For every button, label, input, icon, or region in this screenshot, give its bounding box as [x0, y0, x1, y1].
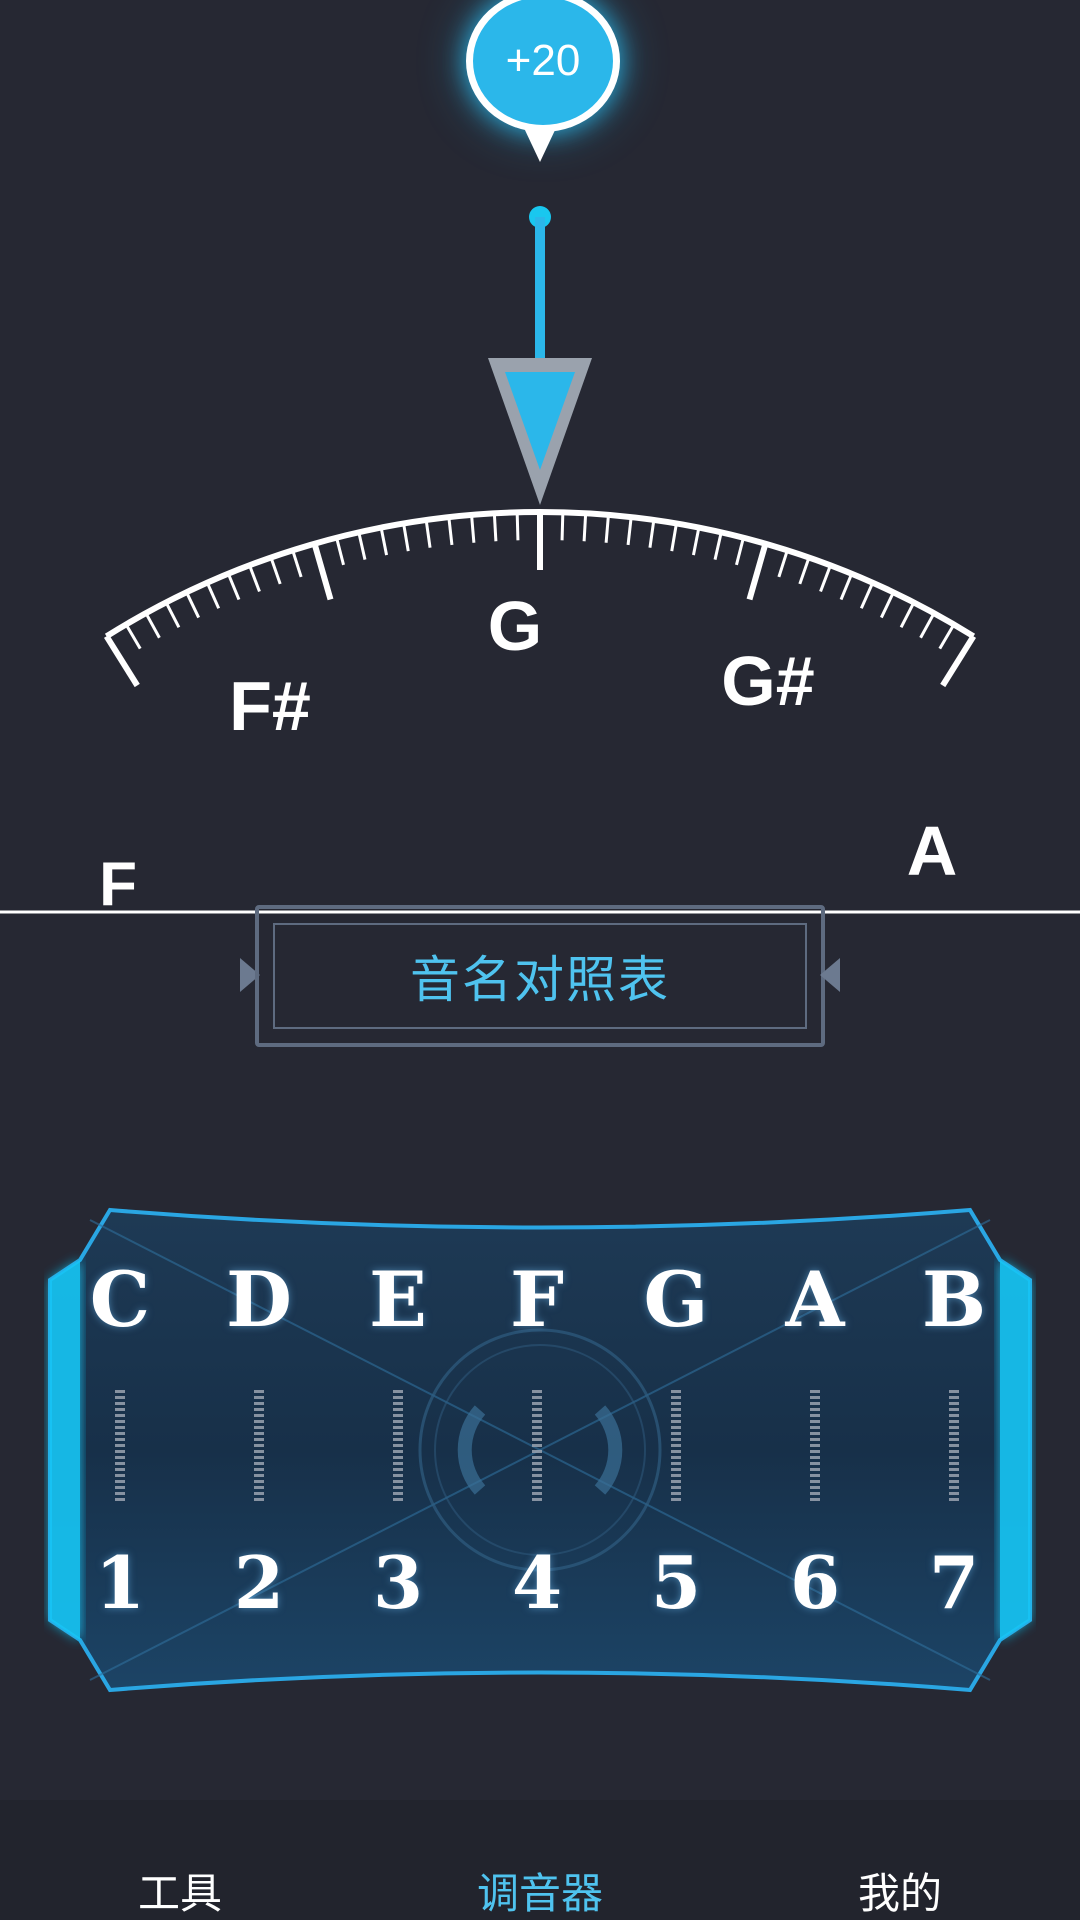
dial-tick	[582, 513, 588, 542]
nav-item-tuner[interactable]: 调音器	[440, 1860, 640, 1920]
dial-tick	[402, 523, 410, 552]
note-number: 3	[372, 1540, 424, 1625]
cents-bubble: +20	[466, 0, 620, 132]
dial-tick	[940, 634, 977, 688]
bubble-pointer-icon	[524, 128, 556, 162]
dial-tick	[648, 519, 656, 548]
level-bar	[393, 1390, 403, 1502]
note-letter: A	[785, 1255, 845, 1344]
dial-note-f: F	[99, 850, 137, 919]
note-column-a: A 6	[760, 1200, 870, 1700]
nav-item-mine[interactable]: 我的	[800, 1860, 1000, 1920]
dial-tick	[919, 612, 936, 639]
dial-tick	[379, 527, 389, 556]
dial-tick	[819, 564, 832, 593]
note-letter: F	[510, 1255, 564, 1344]
level-bar	[532, 1390, 542, 1502]
note-number: 6	[789, 1540, 841, 1625]
dial-tick	[626, 516, 633, 546]
dial-tick	[144, 612, 161, 639]
dial-note-a: A	[907, 812, 958, 890]
note-number-panel: C 1 D 2 E 3 F 4 G 5 A 6 B 7	[30, 1200, 1050, 1700]
note-letter: E	[369, 1255, 427, 1344]
note-number: 4	[511, 1540, 563, 1625]
note-letter: B	[921, 1255, 987, 1344]
dial-tick	[291, 549, 303, 578]
dial-tick	[124, 623, 142, 650]
dial-tick	[269, 557, 282, 585]
note-reference-button[interactable]: 音名对照表	[255, 905, 825, 1047]
note-letter: D	[226, 1255, 292, 1344]
dial-tick	[560, 512, 565, 541]
level-bar	[115, 1390, 125, 1502]
dial-tick	[798, 557, 811, 585]
dial-tick	[205, 582, 221, 609]
note-column-g: G 5	[621, 1200, 731, 1700]
dial-tick	[335, 537, 345, 566]
level-bar	[254, 1390, 264, 1502]
dial-tick	[424, 519, 432, 548]
note-column-d: D 2	[204, 1200, 314, 1700]
dial-note-g-sharp: G#	[721, 642, 814, 720]
note-number: 1	[94, 1540, 146, 1625]
dial-tick	[311, 542, 334, 601]
tuner-dial: F F# G G# A	[0, 206, 1080, 919]
level-bar	[671, 1390, 681, 1502]
dial-tick	[746, 542, 769, 601]
dial-tick	[879, 591, 895, 619]
note-reference-label: 音名对照表	[410, 951, 670, 1009]
note-number: 5	[650, 1540, 702, 1625]
cents-value: +20	[505, 36, 581, 85]
dial-tick	[670, 523, 678, 552]
dial-tick	[735, 537, 745, 566]
dial-tick	[103, 634, 140, 688]
bottom-nav: 工具 调音器 我的	[0, 1800, 1080, 1920]
dial-tick	[899, 601, 916, 629]
note-column-c: C 1	[65, 1200, 175, 1700]
level-bar	[949, 1390, 959, 1502]
dial-tick	[859, 582, 875, 609]
dial-tick	[777, 549, 789, 578]
dial-tick	[226, 573, 241, 601]
note-column-f: F 4	[482, 1200, 592, 1700]
tuner-screen: +20 F F# G G# A 音名对照表 C 1 D 2 E 3 F 4 G …	[0, 0, 1080, 1920]
dial-tick	[185, 591, 201, 619]
dial-note-g: G	[488, 587, 542, 665]
nav-item-tools[interactable]: 工具	[80, 1860, 280, 1920]
note-letter: G	[643, 1255, 709, 1344]
dial-tick	[357, 531, 367, 560]
cents-indicator: +20	[460, 0, 620, 170]
dial-tick	[248, 564, 261, 593]
dial-tick	[470, 514, 476, 543]
note-column-e: E 3	[343, 1200, 453, 1700]
note-letter: C	[89, 1255, 151, 1344]
dial-tick	[447, 516, 454, 546]
dial-tick	[515, 512, 520, 541]
dial-tick	[164, 601, 181, 629]
dial-tick	[938, 623, 956, 650]
dial-tick	[839, 573, 854, 601]
note-number: 2	[233, 1540, 285, 1625]
dial-tick	[604, 514, 610, 543]
dial-tick	[713, 531, 723, 560]
right-arrow-icon	[820, 958, 840, 992]
note-column-b: B 7	[899, 1200, 1009, 1700]
dial-note-f-sharp: F#	[229, 667, 311, 745]
note-number: 7	[928, 1540, 980, 1625]
level-bar	[810, 1390, 820, 1502]
dial-tick	[691, 527, 701, 556]
dial-tick	[492, 513, 498, 542]
needle-icon	[488, 206, 592, 505]
